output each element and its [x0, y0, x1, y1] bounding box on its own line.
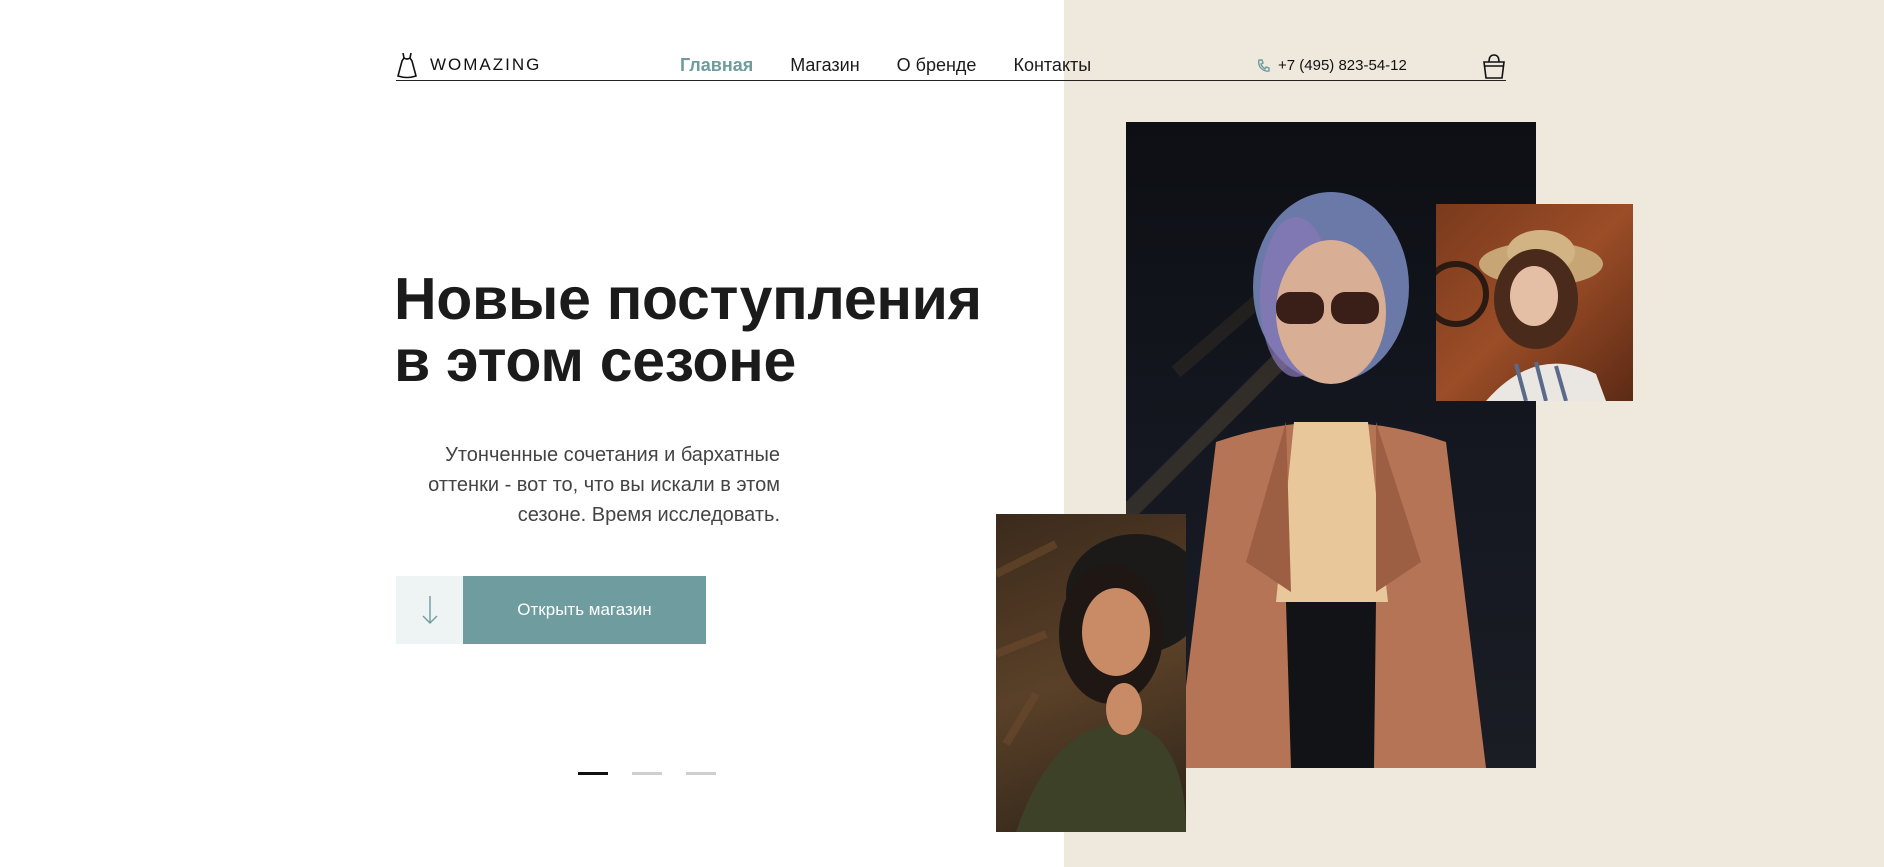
nav-item-shop[interactable]: Магазин: [790, 55, 859, 76]
open-shop-cta[interactable]: Открыть магазин: [396, 576, 706, 644]
scroll-down-button[interactable]: [396, 576, 463, 644]
shopping-bag-icon[interactable]: [1482, 52, 1506, 80]
brand-logo[interactable]: WOMAZING: [396, 51, 541, 79]
open-shop-button[interactable]: Открыть магазин: [463, 576, 706, 644]
header-divider: [396, 80, 1506, 81]
arrow-down-icon: [422, 596, 437, 624]
brand-name: WOMAZING: [430, 55, 542, 74]
nav-item-contacts[interactable]: Контакты: [1013, 55, 1091, 76]
hero-subtitle: Утонченные сочетания и бархатные оттенки…: [428, 444, 780, 526]
slider-pagination: [578, 772, 716, 775]
main-nav: Главная Магазин О бренде Контакты: [680, 55, 1091, 76]
nav-item-about[interactable]: О бренде: [897, 55, 977, 76]
phone-icon: [1257, 58, 1270, 72]
slider-dot-2[interactable]: [632, 772, 662, 775]
hero-title-line1: Новые поступления: [394, 266, 982, 332]
dress-icon: [397, 52, 417, 79]
nav-item-home[interactable]: Главная: [680, 55, 753, 76]
phone-link[interactable]: +7 (495) 823-54-12: [1256, 57, 1407, 74]
hero-image-right: [1436, 204, 1633, 401]
hero-image-left: [996, 514, 1186, 832]
hero-title: Новые поступления в этом сезоне: [394, 268, 1014, 392]
phone-number: +7 (495) 823-54-12: [1278, 57, 1407, 74]
hero-title-line2: в этом сезоне: [394, 328, 796, 394]
slider-dot-1[interactable]: [578, 772, 608, 775]
slider-dot-3[interactable]: [686, 772, 716, 775]
